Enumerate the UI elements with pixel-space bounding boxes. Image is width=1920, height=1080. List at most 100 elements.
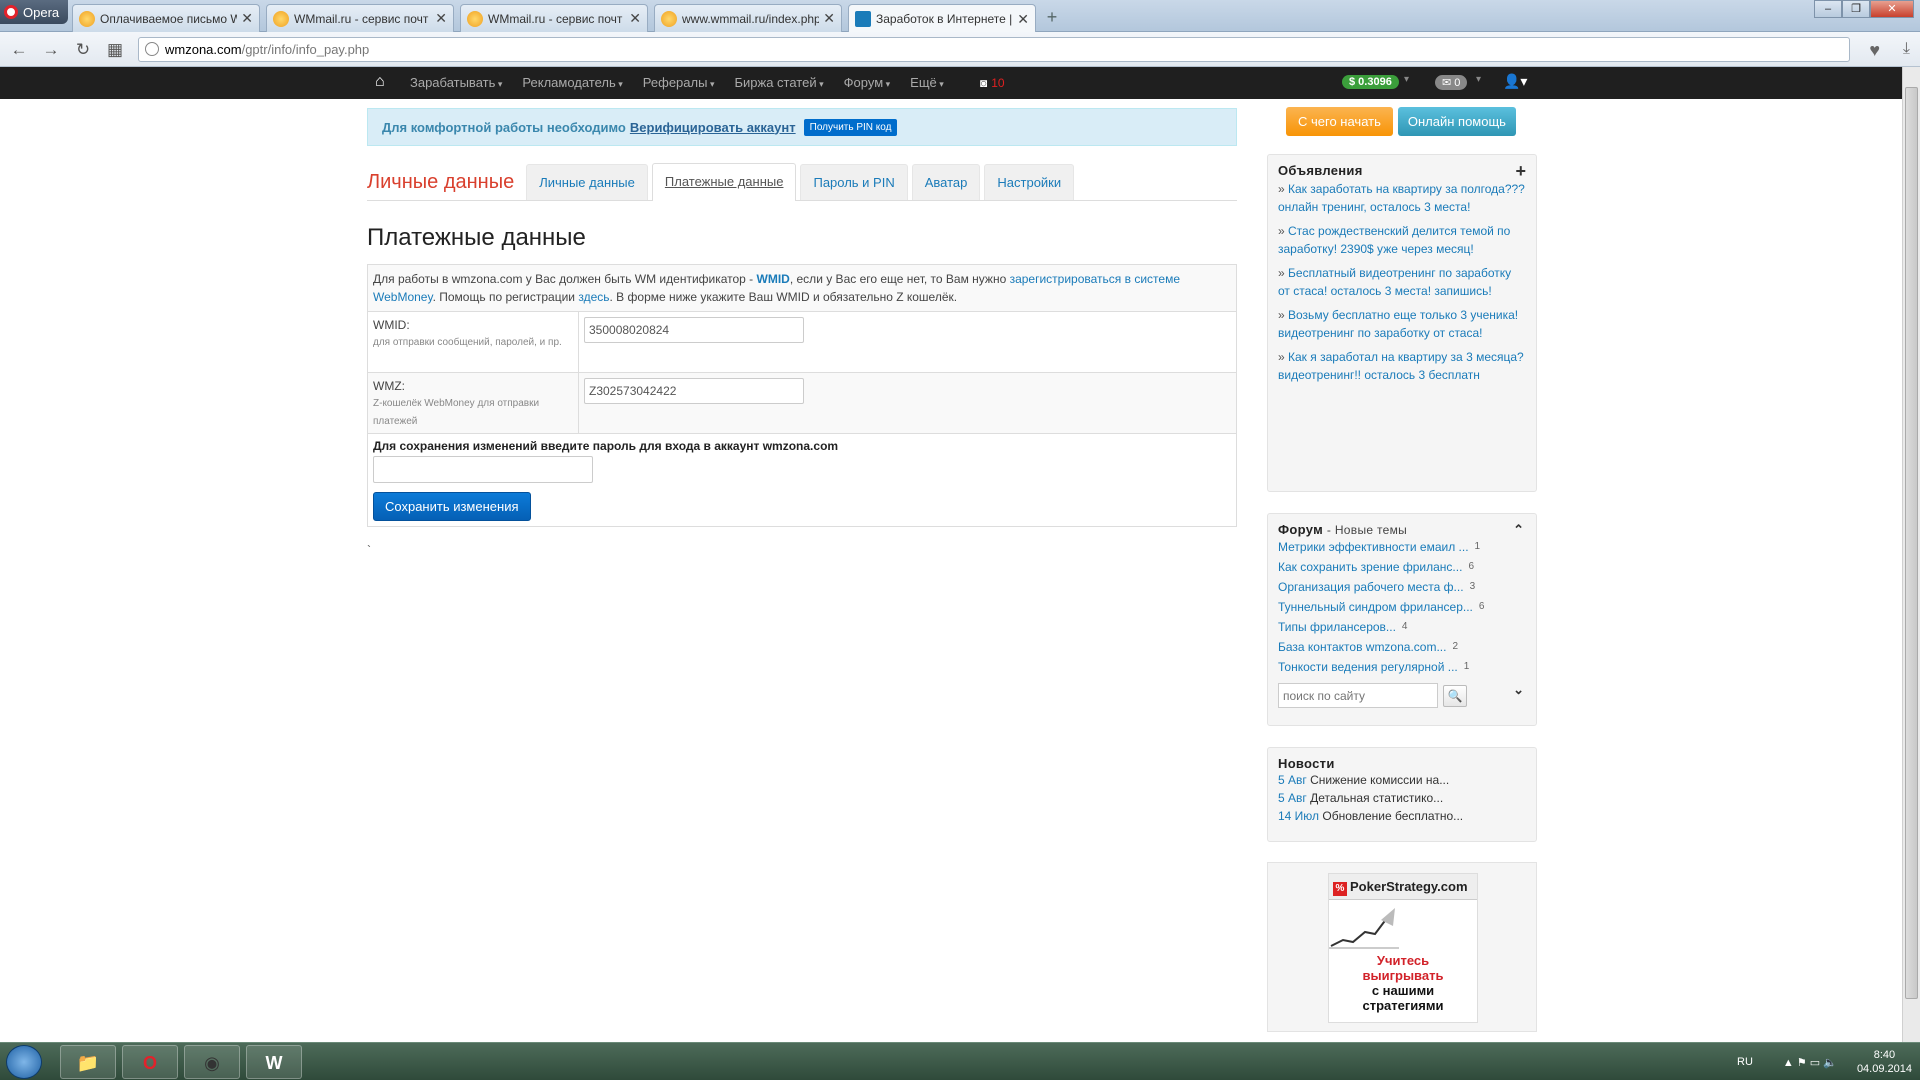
window-close-button[interactable]: ✕ xyxy=(1870,0,1914,18)
explorer-icon[interactable]: 📁 xyxy=(60,1045,116,1079)
news-text[interactable]: Снижение комиссии на... xyxy=(1310,773,1449,787)
menu-forum[interactable]: Форум xyxy=(844,67,891,99)
topic-title[interactable]: База контактов wmzona.com... xyxy=(1278,637,1446,657)
search-input[interactable] xyxy=(1278,683,1438,708)
close-icon[interactable]: ✕ xyxy=(629,10,641,27)
news-text[interactable]: Обновление бесплатно... xyxy=(1322,809,1463,823)
minimize-button[interactable]: – xyxy=(1814,0,1842,18)
forum-topic[interactable]: Метрики эффективности емаил ... 1 xyxy=(1278,537,1526,557)
chevron-up-icon[interactable]: ⌃ xyxy=(1513,522,1524,538)
menu-articles[interactable]: Биржа статей xyxy=(734,67,823,99)
forum-topic[interactable]: Как сохранить зрение фриланс... 6 xyxy=(1278,557,1526,577)
save-changes-button[interactable]: Сохранить изменения xyxy=(373,492,531,521)
close-icon[interactable]: ✕ xyxy=(435,10,447,27)
topic-title[interactable]: Туннельный синдром фрилансер... xyxy=(1278,597,1473,617)
close-icon[interactable]: ✕ xyxy=(241,10,253,27)
wmid-field[interactable] xyxy=(584,317,804,343)
intro-text: . В форме ниже укажите Ваш WMID и обязат… xyxy=(609,290,958,304)
browser-tab[interactable]: WMmail.ru - сервис почт ✕ xyxy=(460,4,648,32)
news-text[interactable]: Детальная статистико... xyxy=(1310,791,1443,805)
tray-icons[interactable]: ▲ ⚑ ▭ 🔈 xyxy=(1783,1056,1837,1069)
user-icon[interactable]: 👤▾ xyxy=(1503,73,1527,90)
tab-personal-data[interactable]: Личные данные xyxy=(526,164,648,200)
news-item[interactable]: 5 Авг Снижение комиссии на... xyxy=(1278,771,1526,789)
opera-taskbar-icon[interactable]: O xyxy=(122,1045,178,1079)
pokerstrategy-banner[interactable]: % PokerStrategy.com Учитесь выигрывать с … xyxy=(1328,873,1478,1023)
topic-title[interactable]: Как сохранить зрение фриланс... xyxy=(1278,557,1462,577)
forward-arrow-icon[interactable]: → xyxy=(40,40,62,60)
topic-title[interactable]: Организация рабочего места ф... xyxy=(1278,577,1464,597)
ads-title: Объявления xyxy=(1278,163,1363,178)
forum-topic[interactable]: Типы фрилансеров... 4 xyxy=(1278,617,1526,637)
clock[interactable]: 8:40 04.09.2014 xyxy=(1857,1048,1912,1076)
news-date[interactable]: 14 Июл xyxy=(1278,809,1319,823)
ad-banner[interactable]: % PokerStrategy.com Учитесь выигрывать с … xyxy=(1267,862,1537,1032)
ad-link[interactable]: Как я заработал на квартиру за 3 месяца?… xyxy=(1278,348,1526,384)
language-indicator[interactable]: RU xyxy=(1737,1056,1753,1068)
tab-payment-data[interactable]: Платежные данные xyxy=(651,163,797,201)
topic-title[interactable]: Метрики эффективности емаил ... xyxy=(1278,537,1469,557)
topic-title[interactable]: Тонкости ведения регулярной ... xyxy=(1278,657,1458,677)
word-icon[interactable]: W xyxy=(246,1045,302,1079)
balance-badge[interactable]: $ 0.3096 xyxy=(1342,75,1399,89)
menu-earn[interactable]: Зарабатывать xyxy=(410,67,502,99)
topic-title[interactable]: Типы фрилансеров... xyxy=(1278,617,1396,637)
help-here-link[interactable]: здесь xyxy=(578,290,609,304)
forum-topic[interactable]: Туннельный синдром фрилансер... 6 xyxy=(1278,597,1526,617)
browser-tab[interactable]: www.wmmail.ru/index.php ✕ xyxy=(654,4,842,32)
browser-tab[interactable]: WMmail.ru - сервис почт ✕ xyxy=(266,4,454,32)
mail-badge[interactable]: ✉ 0 xyxy=(1435,75,1468,90)
chevron-down-icon[interactable]: ▾ xyxy=(1476,74,1481,85)
news-item[interactable]: 14 Июл Обновление бесплатно... xyxy=(1278,807,1526,825)
topic-count: 4 xyxy=(1401,621,1408,632)
plus-icon[interactable]: + xyxy=(1515,161,1526,182)
news-item[interactable]: 5 Авг Детальная статистико... xyxy=(1278,789,1526,807)
ad-link[interactable]: Возьму бесплатно еще только 3 ученика! в… xyxy=(1278,306,1526,342)
forum-panel: Форум - Новые темы ⌃ Метрики эффективнос… xyxy=(1267,513,1537,726)
page-scrollbar[interactable] xyxy=(1902,67,1920,1042)
tab-avatar[interactable]: Аватар xyxy=(911,164,981,200)
ad-link[interactable]: Как заработать на квартиру за полгода???… xyxy=(1278,180,1526,216)
menu-more[interactable]: Ещё xyxy=(910,67,944,99)
news-date[interactable]: 5 Авг xyxy=(1278,791,1307,805)
close-icon[interactable]: ✕ xyxy=(823,10,835,27)
getting-started-button[interactable]: С чего начать xyxy=(1286,107,1393,136)
chevron-down-icon[interactable]: ▾ xyxy=(1404,74,1409,85)
forum-topic[interactable]: База контактов wmzona.com... 2 xyxy=(1278,637,1526,657)
tab-settings[interactable]: Настройки xyxy=(984,164,1075,200)
notifications[interactable]: ◙ 10 xyxy=(980,67,1005,99)
verify-account-link[interactable]: Верифицировать аккаунт xyxy=(630,120,796,135)
wmid-link[interactable]: WMID xyxy=(757,272,790,286)
wmz-field[interactable] xyxy=(584,378,804,404)
get-pin-button[interactable]: Получить PIN код xyxy=(803,118,898,136)
menu-advertiser[interactable]: Рекламодатель xyxy=(522,67,622,99)
tab-password-pin[interactable]: Пароль и PIN xyxy=(800,164,908,200)
password-field[interactable] xyxy=(373,456,593,483)
browser-tab-active[interactable]: Заработок в Интернете | ✕ xyxy=(848,4,1036,33)
ad-link[interactable]: Стас рождественский делится темой по зар… xyxy=(1278,222,1526,258)
forum-topic[interactable]: Организация рабочего места ф... 3 xyxy=(1278,577,1526,597)
reload-icon[interactable]: ↻ xyxy=(72,40,94,60)
menu-referrals[interactable]: Рефералы xyxy=(643,67,715,99)
chevron-down-icon[interactable]: ⌄ xyxy=(1513,682,1524,698)
scrollbar-thumb[interactable] xyxy=(1905,87,1918,999)
ad-link[interactable]: Бесплатный видеотренинг по заработку от … xyxy=(1278,264,1526,300)
speed-dial-icon[interactable]: ▦ xyxy=(104,40,126,60)
forum-topic[interactable]: Тонкости ведения регулярной ... 1 xyxy=(1278,657,1526,677)
start-button[interactable] xyxy=(6,1045,42,1079)
address-input[interactable]: wmzona.com/gptr/info/info_pay.php xyxy=(138,37,1850,62)
maximize-button[interactable]: ❐ xyxy=(1842,0,1870,18)
opera-menu-button[interactable]: Opera xyxy=(0,0,68,24)
close-icon[interactable]: ✕ xyxy=(1017,11,1029,28)
online-help-button[interactable]: Онлайн помощь xyxy=(1397,107,1516,136)
favicon-icon xyxy=(855,11,871,27)
home-icon[interactable]: ⌂ xyxy=(375,73,385,91)
new-tab-button[interactable]: + xyxy=(1040,6,1064,28)
news-date[interactable]: 5 Авг xyxy=(1278,773,1307,787)
download-icon[interactable]: ⤓ xyxy=(1903,40,1910,58)
browser-tab[interactable]: Оплачиваемое письмо W ✕ xyxy=(72,4,260,32)
search-icon[interactable]: 🔍 xyxy=(1443,684,1467,707)
back-arrow-icon[interactable]: ← xyxy=(8,40,30,60)
heart-icon[interactable]: ♥ xyxy=(1869,40,1880,61)
chrome-icon[interactable]: ◉ xyxy=(184,1045,240,1079)
